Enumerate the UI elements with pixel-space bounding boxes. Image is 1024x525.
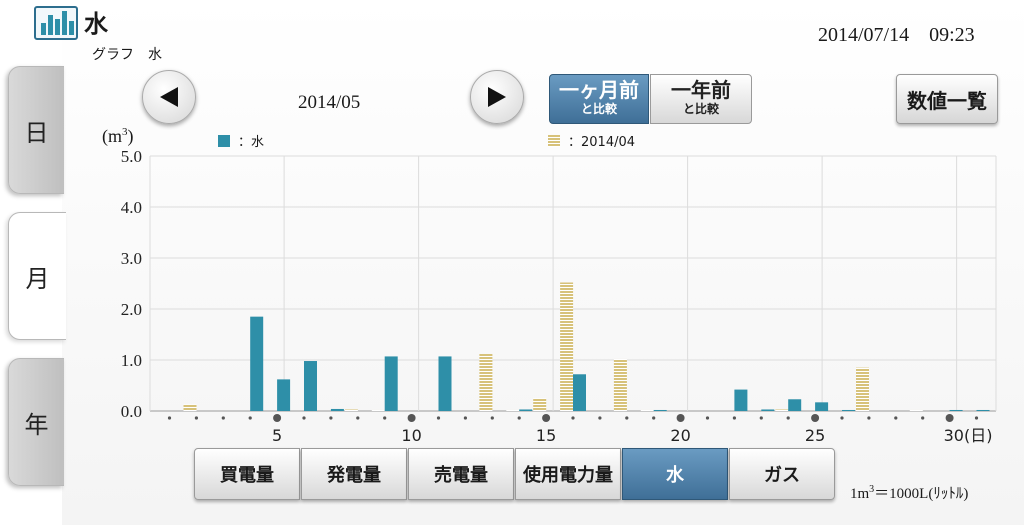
bar-water-day-31 (976, 409, 990, 411)
day-marker (167, 416, 172, 420)
bar-prev-day-7 (344, 409, 358, 411)
bar-prev-day-17 (613, 358, 627, 411)
category-generation-button[interactable]: 発電量 (301, 448, 407, 500)
bar-water-day-11 (438, 356, 452, 411)
bar-prev-day-28 (909, 409, 923, 411)
day-marker (705, 416, 710, 420)
day-marker (974, 416, 979, 420)
y-tick-label: 2.0 (121, 300, 142, 319)
bar-water-day-26 (842, 409, 855, 411)
category-sell-power-button[interactable]: 売電量 (408, 448, 514, 500)
unit-note-post: ＝1000L(ﾘｯﾄﾙ) (874, 486, 969, 502)
category-gas-button[interactable]: ガス (729, 448, 835, 500)
day-marker (811, 414, 820, 422)
bar-prev-day-13 (506, 409, 520, 411)
category-buy-power-button[interactable]: 買電量 (194, 448, 300, 500)
day-marker (945, 414, 954, 422)
day-marker (329, 416, 333, 420)
y-tick-label: 1.0 (121, 351, 142, 370)
bar-water-day-25 (815, 402, 829, 411)
day-marker (921, 416, 925, 420)
bar-prev-day-26 (856, 367, 869, 411)
y-tick-label: 0.0 (121, 402, 142, 421)
bar-water-day-4 (250, 316, 264, 411)
day-marker (652, 416, 656, 420)
day-marker (571, 416, 575, 420)
category-selector: 買電量 発電量 売電量 使用電力量 水 ガス (194, 448, 836, 500)
day-marker (517, 416, 521, 420)
bar-prev-day-18 (640, 409, 654, 411)
day-marker (407, 414, 416, 422)
day-marker (356, 416, 360, 420)
day-marker (759, 416, 763, 420)
day-marker (542, 414, 551, 422)
chart-bars (183, 282, 990, 411)
bar-water-day-24 (788, 399, 802, 411)
day-marker (302, 416, 306, 420)
category-usage-button[interactable]: 使用電力量 (515, 448, 621, 500)
bar-prev-day-8 (371, 409, 385, 411)
bar-water-day-5 (277, 379, 291, 411)
day-marker (840, 416, 844, 420)
unit-conversion-note: 1m3＝1000L(ﾘｯﾄﾙ) (850, 482, 968, 503)
x-tick-label: 30(日) (944, 426, 993, 445)
day-marker (676, 414, 685, 422)
bar-water-day-6 (304, 361, 317, 411)
bar-water-day-16 (573, 374, 586, 411)
day-marker (786, 416, 790, 420)
x-tick-label: 25 (805, 426, 825, 445)
x-tick-label: 15 (536, 426, 556, 445)
x-tick-label: 5 (272, 426, 282, 445)
day-marker (436, 416, 441, 420)
day-marker (490, 416, 494, 420)
bar-prev-day-12 (479, 353, 493, 411)
bar-water-day-23 (761, 409, 775, 411)
bar-water-day-7 (330, 408, 344, 411)
day-marker (867, 416, 871, 420)
bar-prev-day-1 (183, 404, 197, 411)
day-marker (463, 416, 467, 420)
bar-prev-day-23 (775, 409, 789, 411)
day-marker (383, 416, 387, 420)
y-tick-label: 5.0 (121, 147, 142, 166)
bar-water-day-14 (519, 409, 533, 411)
water-usage-chart: 0.0 1.0 2.0 3.0 4.0 5.0 5 10 15 20 25 30(日) (121, 147, 997, 445)
day-marker (221, 416, 225, 420)
day-marker (894, 416, 898, 420)
bar-water-day-19 (653, 409, 667, 411)
category-water-button[interactable]: 水 (622, 448, 728, 500)
y-tick-label: 4.0 (121, 198, 142, 217)
bar-prev-day-14 (533, 398, 547, 411)
unit-note-pre: 1m (850, 486, 870, 502)
bar-water-day-30 (949, 409, 963, 411)
x-tick-label: 10 (401, 426, 421, 445)
day-marker (273, 414, 282, 422)
day-marker (625, 416, 629, 420)
day-marker (194, 416, 198, 420)
bar-water-day-22 (734, 389, 748, 411)
day-marker (732, 416, 737, 420)
bar-water-day-9 (384, 356, 398, 411)
day-marker (248, 416, 252, 420)
bar-prev-day-15 (560, 282, 574, 411)
day-marker (598, 416, 602, 420)
x-tick-label: 20 (670, 426, 690, 445)
y-tick-label: 3.0 (121, 249, 142, 268)
